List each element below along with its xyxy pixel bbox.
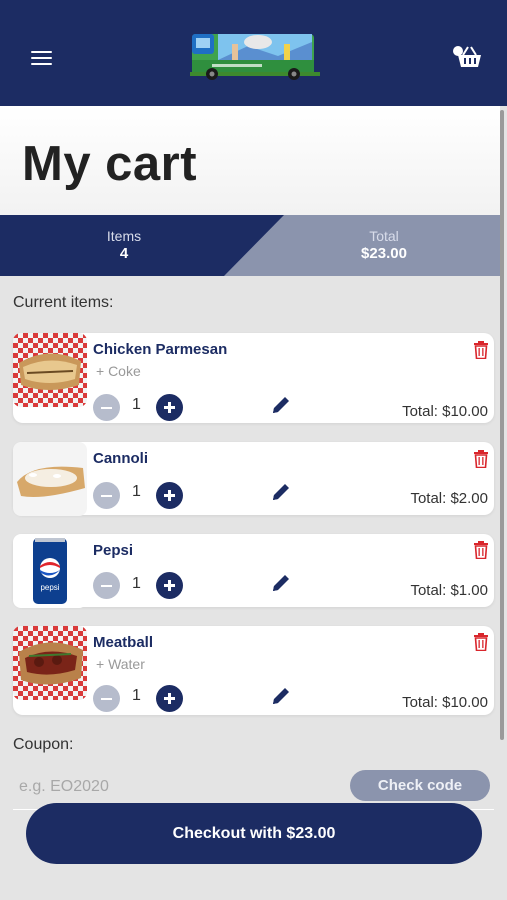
cart-item: Cannoli 1 Total: $2.00 <box>13 442 494 516</box>
total-value: $23.00 <box>361 245 407 262</box>
page-title: My cart <box>22 137 198 191</box>
decrease-quantity-button[interactable] <box>93 685 120 712</box>
item-name: Chicken Parmesan <box>93 341 228 358</box>
total-stat: Total $23.00 <box>309 228 459 262</box>
items-value: 4 <box>119 245 129 262</box>
trash-icon[interactable] <box>473 541 489 559</box>
item-total: Total: $2.00 <box>410 490 488 507</box>
cart-item: pepsi Pepsi 1 Total: $1.00 <box>13 534 494 608</box>
title-area: My cart <box>0 106 500 215</box>
quantity-value: 1 <box>132 396 141 413</box>
item-addon: + Coke <box>96 363 141 379</box>
cart-summary-bar: Items 4 Total $23.00 <box>0 215 500 276</box>
sandwich-image <box>13 333 87 407</box>
current-items-label: Current items: <box>13 294 114 311</box>
pencil-icon[interactable] <box>270 394 292 416</box>
pencil-icon[interactable] <box>270 481 292 503</box>
quantity-value: 1 <box>132 687 141 704</box>
item-total: Total: $10.00 <box>402 403 488 420</box>
trash-icon[interactable] <box>473 450 489 468</box>
decrease-quantity-button[interactable] <box>93 572 120 599</box>
scrollbar[interactable] <box>500 110 504 740</box>
cart-item: Chicken Parmesan + Coke 1 Total: $10.00 <box>13 333 494 423</box>
trash-icon[interactable] <box>473 341 489 359</box>
coupon-input[interactable] <box>19 775 339 799</box>
quantity-value: 1 <box>132 575 141 592</box>
quantity-value: 1 <box>132 483 141 500</box>
checkout-button[interactable]: Checkout with $23.00 <box>26 803 482 864</box>
increase-quantity-button[interactable] <box>156 394 183 421</box>
check-code-button[interactable]: Check code <box>350 770 490 801</box>
svg-text:pepsi: pepsi <box>40 583 59 592</box>
decrease-quantity-button[interactable] <box>93 482 120 509</box>
items-label: Items <box>106 228 142 244</box>
hamburger-menu-icon[interactable] <box>31 51 52 65</box>
increase-quantity-button[interactable] <box>156 482 183 509</box>
coupon-label: Coupon: <box>13 736 74 753</box>
pencil-icon[interactable] <box>270 685 292 707</box>
basket-icon[interactable] <box>452 45 482 69</box>
total-label: Total <box>369 228 399 244</box>
item-name: Pepsi <box>93 542 134 559</box>
trash-icon[interactable] <box>473 633 489 651</box>
increase-quantity-button[interactable] <box>156 685 183 712</box>
cannoli-image <box>13 442 87 516</box>
item-name: Cannoli <box>93 450 148 467</box>
item-total: Total: $10.00 <box>402 694 488 711</box>
food-truck-logo-icon[interactable] <box>188 28 322 82</box>
item-name: Meatball <box>93 634 154 651</box>
item-total: Total: $1.00 <box>410 582 488 599</box>
pencil-icon[interactable] <box>270 572 292 594</box>
pepsi-can-image: pepsi <box>13 534 87 608</box>
cart-item: Meatball + Water 1 Total: $10.00 <box>13 626 494 715</box>
items-count-stat: Items 4 <box>49 228 199 262</box>
item-addon: + Water <box>96 656 145 672</box>
decrease-quantity-button[interactable] <box>93 394 120 421</box>
top-bar <box>0 0 507 106</box>
meatball-sub-image <box>13 626 87 700</box>
increase-quantity-button[interactable] <box>156 572 183 599</box>
